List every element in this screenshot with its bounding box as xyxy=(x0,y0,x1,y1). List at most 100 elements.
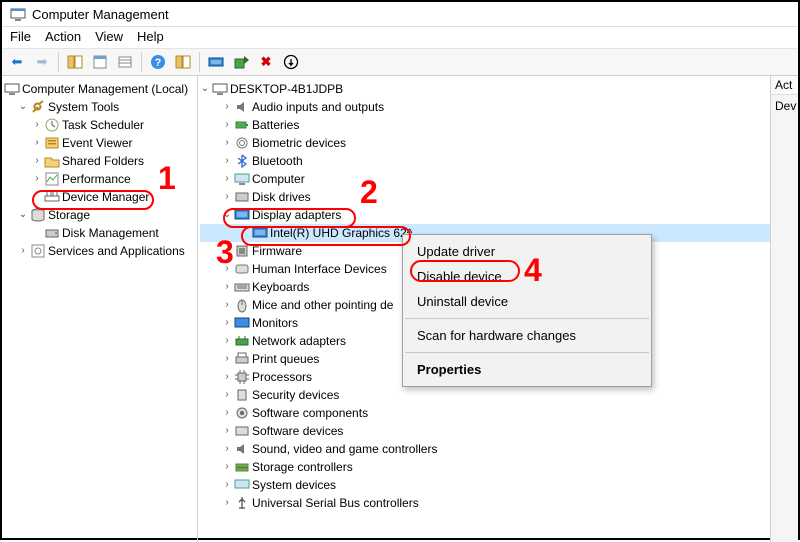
category-display-adapters[interactable]: ⌄Display adapters xyxy=(200,206,770,224)
clock-icon xyxy=(44,117,60,133)
forward-button[interactable]: ➡ xyxy=(31,51,53,73)
collapse-icon[interactable]: ⌄ xyxy=(222,207,232,223)
tree-root-label: Computer Management (Local) xyxy=(22,81,188,97)
context-menu: Update driver Disable device Uninstall d… xyxy=(402,234,652,387)
category-computer[interactable]: ›Computer xyxy=(200,170,770,188)
window-title: Computer Management xyxy=(32,7,169,22)
expand-icon[interactable]: › xyxy=(32,117,42,133)
security-icon xyxy=(234,387,250,403)
menu-action[interactable]: Action xyxy=(45,29,81,44)
help-button[interactable]: ? xyxy=(147,51,169,73)
expand-icon[interactable]: › xyxy=(32,135,42,151)
ctx-separator xyxy=(405,352,649,353)
ctx-separator xyxy=(405,318,649,319)
menu-help[interactable]: Help xyxy=(137,29,164,44)
software-device-icon xyxy=(234,423,250,439)
left-pane: Computer Management (Local) ⌄ System Too… xyxy=(2,76,198,542)
back-button[interactable]: ⬅ xyxy=(6,51,28,73)
computer-management-icon xyxy=(4,81,20,97)
title-bar: Computer Management xyxy=(2,2,798,27)
category-storage-controllers[interactable]: ›Storage controllers xyxy=(200,458,770,476)
fingerprint-icon xyxy=(234,135,250,151)
category-batteries[interactable]: ›Batteries xyxy=(200,116,770,134)
uninstall-device-button[interactable]: ✖ xyxy=(255,51,277,73)
computer-icon xyxy=(234,171,250,187)
battery-icon xyxy=(234,117,250,133)
properties-button[interactable] xyxy=(89,51,111,73)
category-usb[interactable]: ›Universal Serial Bus controllers xyxy=(200,494,770,512)
sound-video-icon xyxy=(234,441,250,457)
ctx-update-driver[interactable]: Update driver xyxy=(403,239,651,264)
audio-icon xyxy=(234,99,250,115)
category-disk-drives[interactable]: ›Disk drives xyxy=(200,188,770,206)
toolbar: ⬅ ➡ ? ✖ xyxy=(2,48,798,76)
expand-icon[interactable]: › xyxy=(222,99,232,115)
display-adapter-icon xyxy=(252,225,268,241)
tree-device-manager[interactable]: ›Device Manager xyxy=(4,188,197,206)
category-sound-video[interactable]: ›Sound, video and game controllers xyxy=(200,440,770,458)
svg-text:?: ? xyxy=(155,57,162,69)
ctx-uninstall-device[interactable]: Uninstall device xyxy=(403,289,651,314)
category-biometric[interactable]: ›Biometric devices xyxy=(200,134,770,152)
services-icon xyxy=(30,243,46,259)
device-manager-icon xyxy=(44,189,60,205)
collapse-icon[interactable]: ⌄ xyxy=(18,99,28,115)
disable-device-button[interactable] xyxy=(280,51,302,73)
expand-icon[interactable]: › xyxy=(32,153,42,169)
menu-view[interactable]: View xyxy=(95,29,123,44)
actions-item[interactable]: Dev xyxy=(771,97,798,115)
tree-shared-folders[interactable]: ›Shared Folders xyxy=(4,152,197,170)
category-bluetooth[interactable]: ›Bluetooth xyxy=(200,152,770,170)
performance-icon xyxy=(44,171,60,187)
toolbar-separator xyxy=(58,52,59,72)
usb-icon xyxy=(234,495,250,511)
firmware-icon xyxy=(234,243,250,259)
cpu-icon xyxy=(234,369,250,385)
expand-icon[interactable]: › xyxy=(18,243,28,259)
tree-task-scheduler[interactable]: ›Task Scheduler xyxy=(4,116,197,134)
category-audio[interactable]: ›Audio inputs and outputs xyxy=(200,98,770,116)
category-software-devices[interactable]: ›Software devices xyxy=(200,422,770,440)
tree-storage[interactable]: ⌄Storage xyxy=(4,206,197,224)
tools-icon xyxy=(30,99,46,115)
category-security[interactable]: ›Security devices xyxy=(200,386,770,404)
ctx-scan-hardware[interactable]: Scan for hardware changes xyxy=(403,323,651,348)
event-viewer-icon xyxy=(44,135,60,151)
toolbar-separator xyxy=(141,52,142,72)
scan-hardware-button[interactable] xyxy=(205,51,227,73)
ctx-properties[interactable]: Properties xyxy=(403,357,651,382)
toolbar-separator xyxy=(199,52,200,72)
printer-icon xyxy=(234,351,250,367)
collapse-icon[interactable]: ⌄ xyxy=(18,207,28,223)
hid-icon xyxy=(234,261,250,277)
disk-drive-icon xyxy=(234,189,250,205)
actions-header: Act xyxy=(771,76,798,95)
collapse-icon[interactable]: ⌄ xyxy=(200,81,210,97)
tree-performance[interactable]: ›Performance xyxy=(4,170,197,188)
mouse-icon xyxy=(234,297,250,313)
menu-file[interactable]: File xyxy=(10,29,31,44)
category-system-devices[interactable]: ›System devices xyxy=(200,476,770,494)
software-icon xyxy=(234,405,250,421)
tree-root[interactable]: Computer Management (Local) xyxy=(4,80,197,98)
expand-icon[interactable]: › xyxy=(32,171,42,187)
main-area: Computer Management (Local) ⌄ System Too… xyxy=(2,76,798,542)
display-adapter-icon xyxy=(234,207,250,223)
computer-icon xyxy=(212,81,228,97)
tree-system-tools[interactable]: ⌄ System Tools xyxy=(4,98,197,116)
tree-event-viewer[interactable]: ›Event Viewer xyxy=(4,134,197,152)
view-button[interactable] xyxy=(172,51,194,73)
show-hide-tree-button[interactable] xyxy=(64,51,86,73)
keyboard-icon xyxy=(234,279,250,295)
storage-controller-icon xyxy=(234,459,250,475)
update-driver-button[interactable] xyxy=(230,51,252,73)
bluetooth-icon xyxy=(234,153,250,169)
tree-services-apps[interactable]: ›Services and Applications xyxy=(4,242,197,260)
category-software-components[interactable]: ›Software components xyxy=(200,404,770,422)
device-tree-root[interactable]: ⌄DESKTOP-4B1JDPB xyxy=(200,80,770,98)
list-button[interactable] xyxy=(114,51,136,73)
tree-disk-management[interactable]: ›Disk Management xyxy=(4,224,197,242)
ctx-disable-device[interactable]: Disable device xyxy=(403,264,651,289)
shared-folders-icon xyxy=(44,153,60,169)
menu-bar: File Action View Help xyxy=(2,27,798,48)
